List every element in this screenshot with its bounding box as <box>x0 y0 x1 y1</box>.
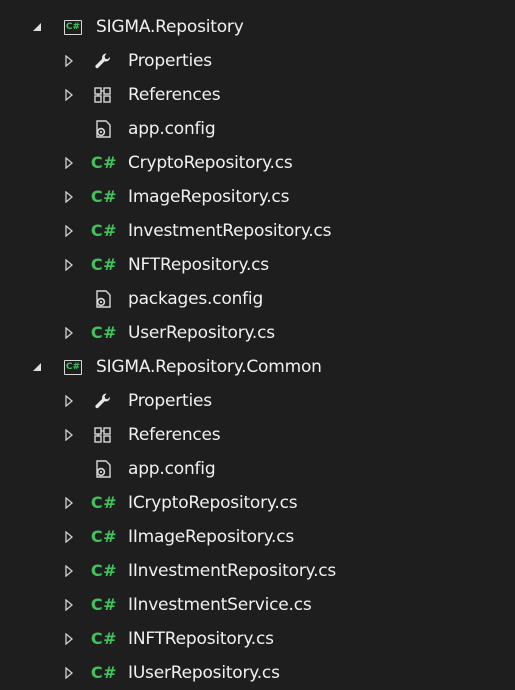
tree-item-label: IUserRepository.cs <box>128 663 280 683</box>
csharp-file-icon: C# <box>90 493 118 512</box>
tree-item-app-config[interactable]: app.config <box>0 452 515 486</box>
tree-item-csharp-file[interactable]: C# IUserRepository.cs <box>0 656 515 690</box>
tree-item-label: ICryptoRepository.cs <box>128 493 298 513</box>
tree-item-csharp-file[interactable]: C# ICryptoRepository.cs <box>0 486 515 520</box>
collapsed-arrow-icon[interactable] <box>62 530 76 544</box>
project-label: SIGMA.Repository.Common <box>96 357 322 377</box>
csharp-file-icon: C# <box>90 255 118 274</box>
tree-item-properties[interactable]: Properties <box>0 44 515 78</box>
csharp-project-icon: C# <box>62 16 84 38</box>
csharp-file-icon: C# <box>90 595 118 614</box>
tree-item-label: IImageRepository.cs <box>128 527 295 547</box>
collapsed-arrow-icon[interactable] <box>62 394 76 408</box>
tree-item-references[interactable]: References <box>0 78 515 112</box>
csharp-file-icon: C# <box>90 221 118 240</box>
wrench-icon <box>92 390 114 412</box>
tree-item-label: INFTRepository.cs <box>128 629 274 649</box>
tree-item-label: References <box>128 85 221 105</box>
tree-item-references[interactable]: References <box>0 418 515 452</box>
tree-item-csharp-file[interactable]: C# INFTRepository.cs <box>0 622 515 656</box>
csharp-file-icon: C# <box>90 663 118 682</box>
tree-item-label: CryptoRepository.cs <box>128 153 293 173</box>
csharp-file-icon: C# <box>90 629 118 648</box>
solution-explorer-tree: C# SIGMA.Repository Properties Reference… <box>0 0 515 689</box>
expanded-arrow-icon[interactable] <box>30 360 44 374</box>
collapsed-arrow-icon[interactable] <box>62 156 76 170</box>
collapsed-arrow-icon[interactable] <box>62 428 76 442</box>
tree-item-csharp-file[interactable]: C# NFTRepository.cs <box>0 248 515 282</box>
config-file-icon <box>92 458 114 480</box>
tree-item-label: References <box>128 425 221 445</box>
collapsed-arrow-icon[interactable] <box>62 632 76 646</box>
config-file-icon <box>92 288 114 310</box>
project-node[interactable]: C# SIGMA.Repository.Common <box>0 350 515 384</box>
tree-item-label: InvestmentRepository.cs <box>128 221 332 241</box>
csharp-file-icon: C# <box>90 561 118 580</box>
collapsed-arrow-icon[interactable] <box>62 598 76 612</box>
tree-item-label: UserRepository.cs <box>128 323 275 343</box>
tree-item-csharp-file[interactable]: C# CryptoRepository.cs <box>0 146 515 180</box>
collapsed-arrow-icon[interactable] <box>62 88 76 102</box>
csharp-project-icon: C# <box>62 356 84 378</box>
tree-item-properties[interactable]: Properties <box>0 384 515 418</box>
tree-item-csharp-file[interactable]: C# ImageRepository.cs <box>0 180 515 214</box>
csharp-file-icon: C# <box>90 187 118 206</box>
csharp-file-icon: C# <box>90 527 118 546</box>
tree-item-label: ImageRepository.cs <box>128 187 290 207</box>
collapsed-arrow-icon[interactable] <box>62 326 76 340</box>
collapsed-arrow-icon[interactable] <box>62 224 76 238</box>
expanded-arrow-icon[interactable] <box>30 20 44 34</box>
csharp-file-icon: C# <box>90 323 118 342</box>
collapsed-arrow-icon[interactable] <box>62 190 76 204</box>
tree-item-csharp-file[interactable]: C# IImageRepository.cs <box>0 520 515 554</box>
tree-item-csharp-file[interactable]: C# IInvestmentService.cs <box>0 588 515 622</box>
collapsed-arrow-icon[interactable] <box>62 258 76 272</box>
references-icon <box>92 84 114 106</box>
config-file-icon <box>92 118 114 140</box>
project-label: SIGMA.Repository <box>96 17 244 37</box>
csharp-file-icon: C# <box>90 153 118 172</box>
tree-item-csharp-file[interactable]: C# InvestmentRepository.cs <box>0 214 515 248</box>
tree-item-label: app.config <box>128 119 216 139</box>
collapsed-arrow-icon[interactable] <box>62 54 76 68</box>
collapsed-arrow-icon[interactable] <box>62 564 76 578</box>
tree-item-label: packages.config <box>128 289 264 309</box>
tree-item-app-config[interactable]: app.config <box>0 112 515 146</box>
collapsed-arrow-icon[interactable] <box>62 496 76 510</box>
tree-item-label: IInvestmentService.cs <box>128 595 312 615</box>
tree-item-label: Properties <box>128 391 212 411</box>
references-icon <box>92 424 114 446</box>
wrench-icon <box>92 50 114 72</box>
tree-item-label: IInvestmentRepository.cs <box>128 561 337 581</box>
tree-item-label: NFTRepository.cs <box>128 255 269 275</box>
tree-item-label: app.config <box>128 459 216 479</box>
tree-item-csharp-file[interactable]: C# IInvestmentRepository.cs <box>0 554 515 588</box>
collapsed-arrow-icon[interactable] <box>62 666 76 680</box>
tree-item-label: Properties <box>128 51 212 71</box>
tree-item-csharp-file[interactable]: C# UserRepository.cs <box>0 316 515 350</box>
project-node[interactable]: C# SIGMA.Repository <box>0 10 515 44</box>
tree-item-packages-config[interactable]: packages.config <box>0 282 515 316</box>
